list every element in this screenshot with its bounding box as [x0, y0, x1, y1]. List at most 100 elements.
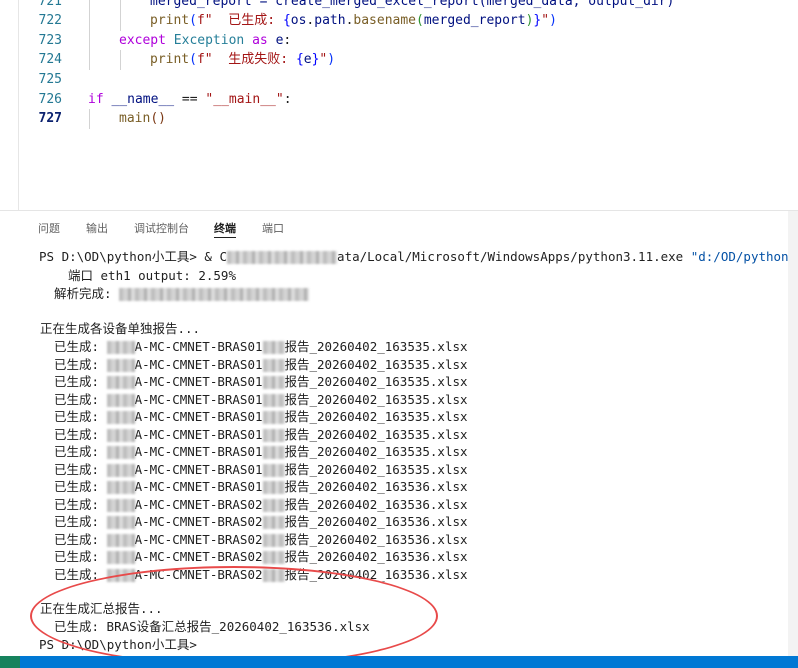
- report-prefix: 已生成:: [54, 426, 107, 442]
- redacted-device: [262, 533, 285, 547]
- code-token: {: [295, 52, 304, 67]
- code-token: if: [88, 92, 112, 107]
- report-device: A-MC-CMNET-BRAS01: [134, 339, 263, 354]
- code-token: ": [541, 13, 550, 28]
- parse-done: 解析完成:: [54, 285, 310, 303]
- report-entry: 已生成: A-MC-CMNET-BRAS02 报告_20260402_163536…: [54, 531, 468, 549]
- code-token: (: [416, 13, 424, 28]
- summary-done: 已生成: BRAS设备汇总报告_20260402_163536.xlsx: [54, 619, 370, 634]
- report-entry: 已生成: A-MC-CMNET-BRAS01 报告_20260402_163535…: [54, 408, 468, 426]
- redacted-device: [262, 358, 285, 372]
- code-token: basename: [353, 13, 417, 28]
- redacted-text: [119, 288, 310, 301]
- report-line: 已生成: A-MC-CMNET-BRAS02 报告_20260402_163536…: [0, 513, 798, 531]
- redacted-device: [106, 411, 135, 424]
- report-line: 已生成: A-MC-CMNET-BRAS01 报告_20260402_163535…: [0, 391, 798, 409]
- tab-problems[interactable]: 问题: [38, 220, 60, 236]
- status-bar: [0, 656, 798, 668]
- code-token: ): [158, 111, 166, 126]
- report-prefix: 已生成:: [54, 514, 107, 529]
- report-device: A-MC-CMNET-BRAS02: [134, 566, 263, 582]
- report-file: 报告_20260402_163535.xlsx: [284, 461, 468, 477]
- code-line: 722 print(f" 已生成: {os.path.basename(merge…: [0, 11, 798, 31]
- report-file: 报告_20260402_163536.xlsx: [284, 531, 468, 547]
- port-output: 端口 eth1 output: 2.59%: [68, 268, 236, 283]
- redacted-device: [106, 498, 135, 512]
- report-prefix: 已生成:: [54, 374, 107, 389]
- terminal-output-line: 正在生成各设备单独报告...: [0, 320, 798, 338]
- code-token: ): [549, 13, 557, 28]
- final-prompt[interactable]: PS D:\OD\python小工具>: [39, 636, 197, 654]
- code-text: main(): [119, 109, 166, 129]
- code-token: e: [303, 52, 312, 67]
- redacted-device: [106, 533, 135, 547]
- terminal-command-line: PS D:\OD\python小工具> & C ata/Local/Microso…: [0, 248, 798, 266]
- report-entry: 已生成: A-MC-CMNET-BRAS02 报告_20260402_163536…: [54, 566, 468, 584]
- report-device: A-MC-CMNET-BRAS01: [134, 426, 263, 442]
- terminal-output-line: 正在生成汇总报告...: [0, 600, 798, 618]
- tab-terminal[interactable]: 终端: [214, 220, 236, 238]
- line-number: 724: [38, 52, 62, 67]
- report-entry: 已生成: A-MC-CMNET-BRAS01 报告_20260402_163535…: [54, 338, 468, 356]
- redacted-device: [106, 516, 135, 529]
- indent-guide: [120, 50, 121, 70]
- indent-guide: [89, 50, 90, 70]
- report-file: 报告_20260402_163536.xlsx: [284, 566, 468, 582]
- report-prefix: 已生成:: [54, 339, 107, 354]
- tab-debug-console[interactable]: 调试控制台: [134, 220, 189, 236]
- report-prefix: 已生成:: [54, 356, 107, 372]
- code-line: 725: [0, 70, 798, 90]
- line-number: 725: [38, 72, 62, 87]
- code-line: 727 main(): [0, 109, 798, 129]
- redacted-device: [262, 376, 285, 389]
- terminal-output-line: 已生成: BRAS设备汇总报告_20260402_163536.xlsx: [0, 618, 798, 636]
- report-entry: 已生成: A-MC-CMNET-BRAS01 报告_20260402_163535…: [54, 391, 468, 409]
- redacted-device: [106, 463, 135, 477]
- terminal-output-line: 解析完成:: [0, 285, 798, 303]
- report-device: A-MC-CMNET-BRAS01: [134, 356, 263, 372]
- report-file: 报告_20260402_163536.xlsx: [284, 549, 468, 564]
- report-entry: 已生成: A-MC-CMNET-BRAS01 报告_20260402_163535…: [54, 373, 468, 391]
- code-token: merged_report = create_merged_excel_repo…: [150, 0, 675, 9]
- code-line: 724 print(f" 生成失败: {e}"): [0, 50, 798, 70]
- terminal-prompt-line: PS D:\OD\python小工具>: [0, 636, 798, 654]
- report-entry: 已生成: A-MC-CMNET-BRAS01 报告_20260402_163535…: [54, 461, 468, 479]
- report-entry: 已生成: A-MC-CMNET-BRAS01 报告_20260402_163535…: [54, 443, 468, 461]
- code-token: print: [150, 13, 190, 28]
- code-token: path: [314, 13, 346, 28]
- report-line: 已生成: A-MC-CMNET-BRAS02 报告_20260402_163536…: [0, 531, 798, 549]
- report-file: 报告_20260402_163535.xlsx: [284, 339, 468, 354]
- tab-ports[interactable]: 端口: [262, 220, 284, 236]
- redacted-device: [106, 551, 135, 564]
- report-prefix: 已生成:: [54, 391, 107, 407]
- report-prefix: 已生成:: [54, 496, 107, 512]
- code-text: print(f" 生成失败: {e}"): [150, 50, 335, 70]
- redacted-device: [262, 411, 285, 424]
- indent-guide: [89, 11, 90, 31]
- report-line: 已生成: A-MC-CMNET-BRAS02 报告_20260402_163536…: [0, 548, 798, 566]
- report-line: 已生成: A-MC-CMNET-BRAS01 报告_20260402_163535…: [0, 338, 798, 356]
- redacted-device: [262, 446, 285, 459]
- code-token: __name__: [111, 92, 175, 107]
- redacted-device: [106, 568, 135, 582]
- report-prefix: 已生成:: [54, 444, 107, 459]
- code-token: f" 生成失败:: [196, 52, 296, 67]
- code-token: main: [119, 111, 151, 126]
- code-token: as: [244, 33, 276, 48]
- tab-output[interactable]: 输出: [86, 220, 108, 236]
- report-device: A-MC-CMNET-BRAS01: [134, 461, 263, 477]
- panel-tabs: 问题 输出 调试控制台 终端 端口: [0, 211, 798, 241]
- indent-guide: [120, 11, 121, 31]
- code-editor[interactable]: 721 merged_report = create_merged_excel_r…: [0, 0, 798, 210]
- line-number: 726: [38, 92, 62, 107]
- remote-indicator[interactable]: [0, 656, 20, 668]
- code-token: ): [327, 52, 336, 67]
- redacted-device: [262, 393, 285, 407]
- code-token: (: [150, 111, 159, 126]
- report-line: 已生成: A-MC-CMNET-BRAS01 报告_20260402_163535…: [0, 356, 798, 374]
- report-prefix: 已生成:: [54, 409, 107, 424]
- report-line: 已生成: A-MC-CMNET-BRAS01 报告_20260402_163535…: [0, 461, 798, 479]
- code-token: (: [189, 52, 197, 67]
- report-prefix: 已生成:: [54, 531, 107, 547]
- redacted-device: [106, 428, 135, 442]
